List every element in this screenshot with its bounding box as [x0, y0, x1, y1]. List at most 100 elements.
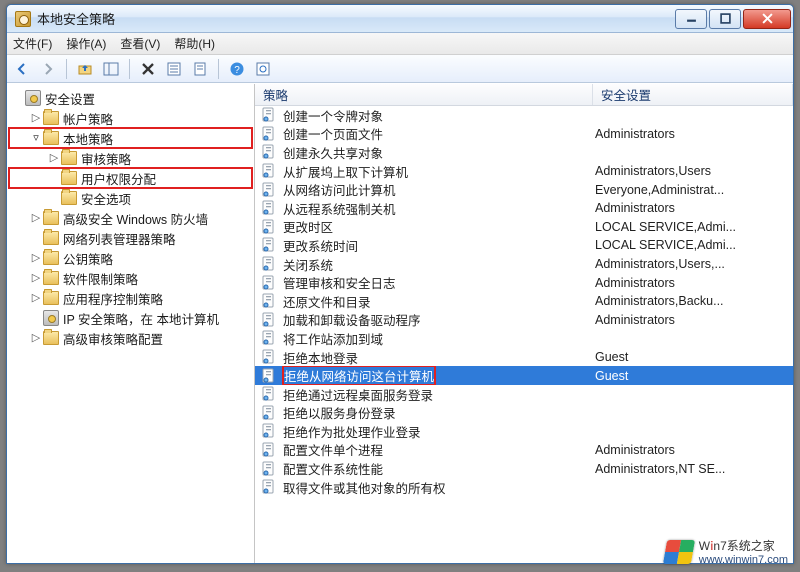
policy-row[interactable]: 拒绝本地登录Guest [255, 348, 793, 367]
toolbar-separator [129, 59, 130, 79]
menu-file[interactable]: 文件(F) [13, 35, 52, 52]
nav-forward-button[interactable] [37, 58, 59, 80]
delete-button[interactable] [137, 58, 159, 80]
folder-icon [61, 191, 77, 205]
folder-icon [61, 151, 77, 165]
policy-row[interactable]: 从扩展坞上取下计算机Administrators,Users [255, 162, 793, 181]
policy-row[interactable]: 创建一个令牌对象 [255, 106, 793, 125]
tree-item[interactable]: 软件限制策略 [9, 268, 252, 288]
policy-name: 拒绝作为批处理作业登录 [283, 422, 421, 441]
tree-item[interactable]: IP 安全策略，在 本地计算机 [9, 308, 252, 328]
policy-row[interactable]: 加载和卸载设备驱动程序Administrators [255, 311, 793, 330]
tree-item-label: 网络列表管理器策略 [63, 229, 176, 248]
policy-row[interactable]: 取得文件或其他对象的所有权 [255, 478, 793, 497]
folder-icon [43, 271, 59, 285]
list-pane: 策略 安全设置 创建一个令牌对象创建一个页面文件Administrators创建… [255, 84, 793, 563]
policy-icon [261, 126, 277, 142]
policy-row[interactable]: 创建一个页面文件Administrators [255, 125, 793, 144]
tree-item[interactable]: 审核策略 [9, 148, 252, 168]
policy-setting: LOCAL SERVICE,Admi... [593, 220, 793, 234]
policy-row[interactable]: 将工作站添加到域 [255, 329, 793, 348]
policy-row[interactable]: 配置文件单个进程Administrators [255, 441, 793, 460]
policy-row[interactable]: 拒绝以服务身份登录 [255, 404, 793, 423]
refresh-button[interactable] [252, 58, 274, 80]
tree-twisty-icon[interactable] [29, 132, 43, 144]
policy-row[interactable]: 从远程系统强制关机Administrators [255, 199, 793, 218]
policy-name: 关闭系统 [283, 255, 333, 274]
folder-icon [43, 291, 59, 305]
show-hide-tree-button[interactable] [100, 58, 122, 80]
tree-twisty-icon[interactable] [29, 292, 43, 304]
folder-icon [43, 231, 59, 245]
policy-row[interactable]: 创建永久共享对象 [255, 143, 793, 162]
policy-icon [261, 349, 277, 365]
policy-name: 从扩展坞上取下计算机 [283, 162, 408, 181]
tree-pane[interactable]: 安全设置 帐户策略本地策略审核策略用户权限分配安全选项高级安全 Windows … [7, 84, 255, 563]
policy-setting: Administrators [593, 313, 793, 327]
menu-view[interactable]: 查看(V) [120, 35, 160, 52]
help-button[interactable]: ? [226, 58, 248, 80]
tree-item-label: 用户权限分配 [81, 169, 156, 188]
policy-name: 拒绝从网络访问这台计算机 [283, 366, 435, 385]
policy-row[interactable]: 从网络访问此计算机 Everyone,Administrat... [255, 180, 793, 199]
column-setting[interactable]: 安全设置 [593, 84, 793, 105]
policy-setting: Everyone,Administrat... [593, 183, 793, 197]
policy-name: 创建永久共享对象 [283, 143, 383, 162]
policy-icon [261, 293, 277, 309]
menu-action[interactable]: 操作(A) [66, 35, 106, 52]
tree-twisty-icon[interactable] [29, 272, 43, 284]
tree-item[interactable]: 帐户策略 [9, 108, 252, 128]
up-one-level-button[interactable] [74, 58, 96, 80]
policy-row[interactable]: 关闭系统Administrators,Users,... [255, 255, 793, 274]
policy-setting: Administrators [593, 443, 793, 457]
policy-name: 从网络访问此计算机 [283, 180, 396, 199]
tree-twisty-icon[interactable] [29, 212, 43, 224]
policy-row[interactable]: 拒绝从网络访问这台计算机 Guest [255, 366, 793, 385]
toolbar-separator [218, 59, 219, 79]
policy-row[interactable]: 管理审核和安全日志Administrators [255, 273, 793, 292]
tree-twisty-icon[interactable] [47, 152, 61, 164]
shield-icon [43, 310, 59, 326]
tree-item[interactable]: 网络列表管理器策略 [9, 228, 252, 248]
tree-item[interactable]: 高级安全 Windows 防火墙 [9, 208, 252, 228]
properties-button[interactable] [189, 58, 211, 80]
tree-twisty-icon[interactable] [29, 332, 43, 344]
help-icon: ? [229, 61, 245, 77]
policy-row[interactable]: 配置文件系统性能Administrators,NT SE... [255, 459, 793, 478]
maximize-button[interactable] [709, 9, 741, 29]
policy-row[interactable]: 拒绝作为批处理作业登录 [255, 422, 793, 441]
tree-item[interactable]: 本地策略 [9, 128, 252, 148]
policy-icon [261, 144, 277, 160]
nav-back-button[interactable] [11, 58, 33, 80]
tree-item[interactable]: 安全选项 [9, 188, 252, 208]
policy-row[interactable]: 更改系统时间LOCAL SERVICE,Admi... [255, 236, 793, 255]
tree-item-label: 应用程序控制策略 [63, 289, 163, 308]
tree-item[interactable]: 高级审核策略配置 [9, 328, 252, 348]
app-icon [15, 11, 31, 27]
tree-item-label: IP 安全策略，在 本地计算机 [63, 309, 219, 328]
policy-row[interactable]: 还原文件和目录Administrators,Backu... [255, 292, 793, 311]
policy-icon [261, 237, 277, 253]
policy-name: 拒绝以服务身份登录 [283, 403, 396, 422]
policy-icon [261, 163, 277, 179]
policy-list[interactable]: 创建一个令牌对象创建一个页面文件Administrators创建永久共享对象从扩… [255, 106, 793, 563]
tree-twisty-icon[interactable] [29, 252, 43, 264]
export-list-button[interactable] [163, 58, 185, 80]
policy-icon [261, 479, 277, 495]
column-policy[interactable]: 策略 [255, 84, 593, 105]
policy-icon [261, 256, 277, 272]
policy-setting: Guest [593, 369, 793, 383]
tree-item[interactable]: 用户权限分配 [9, 168, 252, 188]
tree-twisty-icon[interactable] [29, 112, 43, 124]
close-icon [762, 13, 773, 24]
policy-row[interactable]: 拒绝通过远程桌面服务登录 [255, 385, 793, 404]
tree-item[interactable]: 公钥策略 [9, 248, 252, 268]
column-headers: 策略 安全设置 [255, 84, 793, 106]
policy-icon [261, 312, 277, 328]
tree-root[interactable]: 安全设置 [9, 88, 252, 108]
close-button[interactable] [743, 9, 791, 29]
minimize-button[interactable] [675, 9, 707, 29]
tree-item[interactable]: 应用程序控制策略 [9, 288, 252, 308]
menu-help[interactable]: 帮助(H) [174, 35, 215, 52]
policy-row[interactable]: 更改时区LOCAL SERVICE,Admi... [255, 218, 793, 237]
